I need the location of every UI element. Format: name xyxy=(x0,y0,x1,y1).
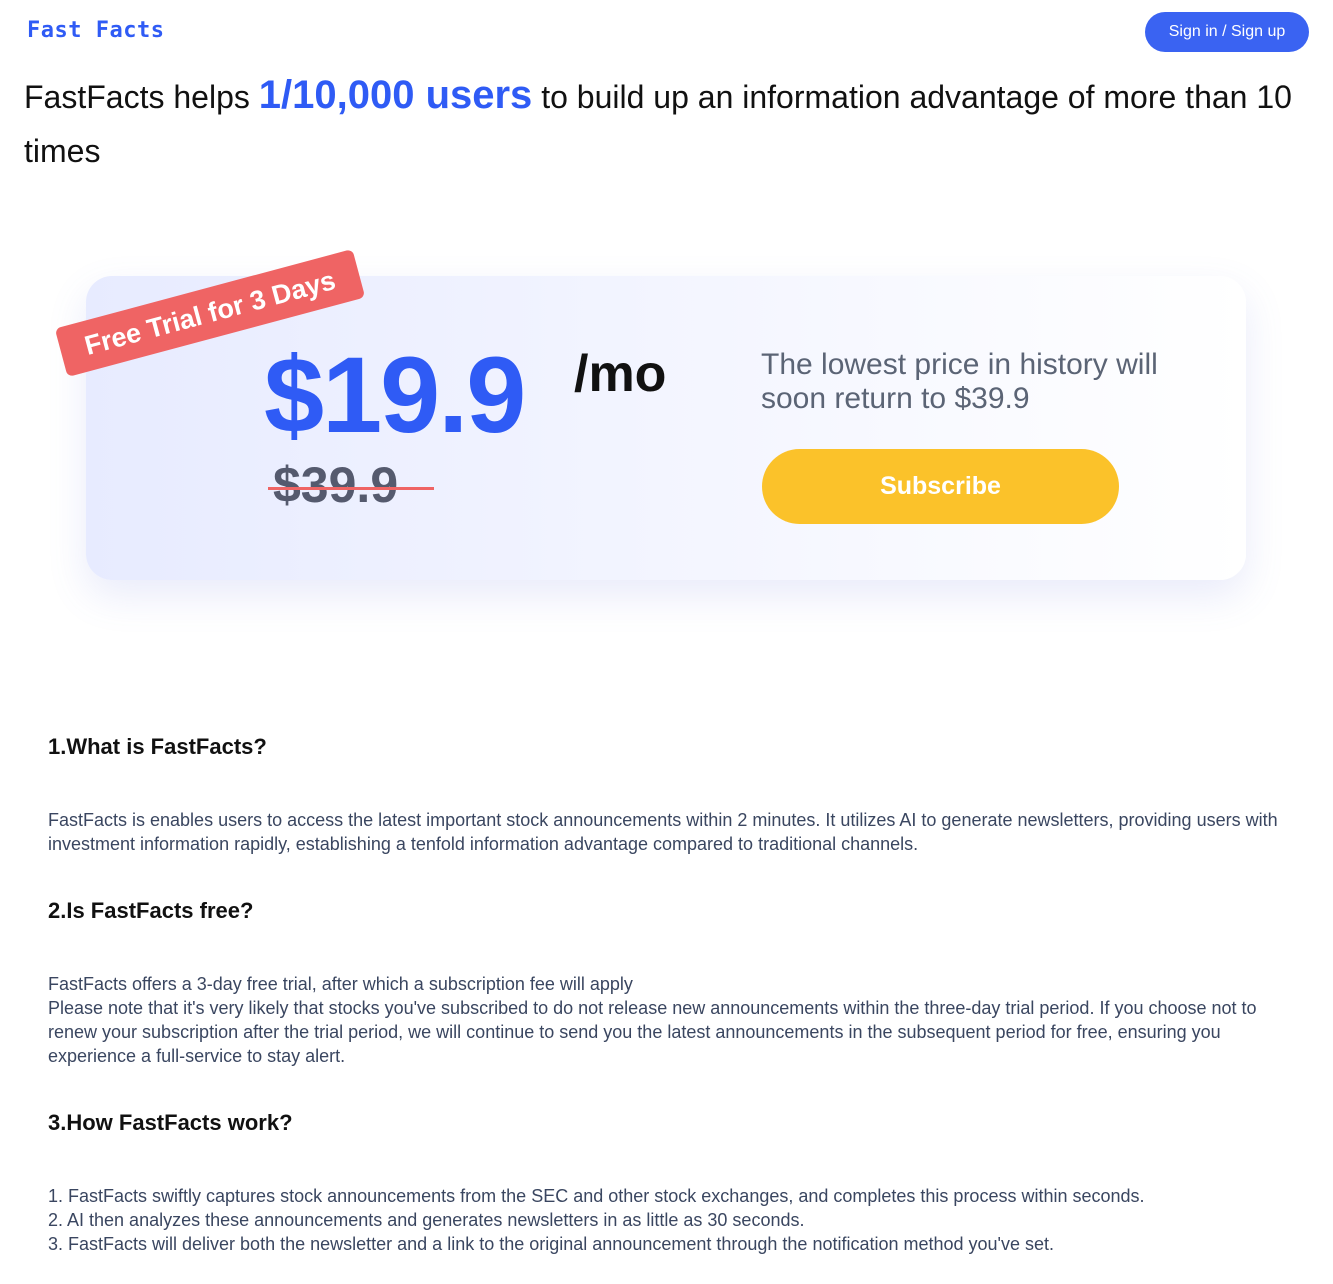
faq-answer-line: FastFacts is enables users to access the… xyxy=(48,810,1278,854)
top-header: Fast Facts Sign in / Sign up xyxy=(0,0,1333,64)
faq-answer-line: 1. FastFacts swiftly captures stock anno… xyxy=(48,1186,1145,1206)
subscribe-button[interactable]: Subscribe xyxy=(762,449,1119,524)
faq-question: 3.How FastFacts work? xyxy=(48,1110,293,1135)
hero-headline: FastFacts helps 1/10,000 users to build … xyxy=(24,68,1294,178)
headline-highlight: 1/10,000 users xyxy=(258,73,533,117)
faq-answer: FastFacts is enables users to access the… xyxy=(48,808,1298,856)
price-note: The lowest price in history will soon re… xyxy=(761,348,1158,415)
faq-item: 3.How FastFacts work? 1. FastFacts swift… xyxy=(48,1096,1298,1256)
faq-question: 2.Is FastFacts free? xyxy=(48,898,254,923)
faq-answer-line: 2. AI then analyzes these announcements … xyxy=(48,1210,805,1230)
faq-item: 2.Is FastFacts free? FastFacts offers a … xyxy=(48,884,1298,1068)
brand-logo[interactable]: Fast Facts xyxy=(27,18,164,43)
faq-answer-line: Please note that it's very likely that s… xyxy=(48,998,1257,1066)
faq-item: 1.What is FastFacts? FastFacts is enable… xyxy=(48,720,1298,856)
faq-answer: FastFacts offers a 3-day free trial, aft… xyxy=(48,972,1298,1068)
faq-section: 1.What is FastFacts? FastFacts is enable… xyxy=(48,720,1298,1284)
faq-question: 1.What is FastFacts? xyxy=(48,734,267,759)
faq-answer: 1. FastFacts swiftly captures stock anno… xyxy=(48,1184,1298,1256)
original-price: $39.9 xyxy=(273,457,399,513)
price-strikethrough xyxy=(268,487,434,490)
faq-answer-line: FastFacts offers a 3-day free trial, aft… xyxy=(48,974,633,994)
current-price: $19.9 xyxy=(264,334,526,455)
price-period: /mo xyxy=(574,345,667,403)
faq-answer-line: 3. FastFacts will deliver both the newsl… xyxy=(48,1234,1055,1254)
sign-in-button[interactable]: Sign in / Sign up xyxy=(1145,12,1309,52)
headline-text-before: FastFacts helps xyxy=(24,79,259,115)
